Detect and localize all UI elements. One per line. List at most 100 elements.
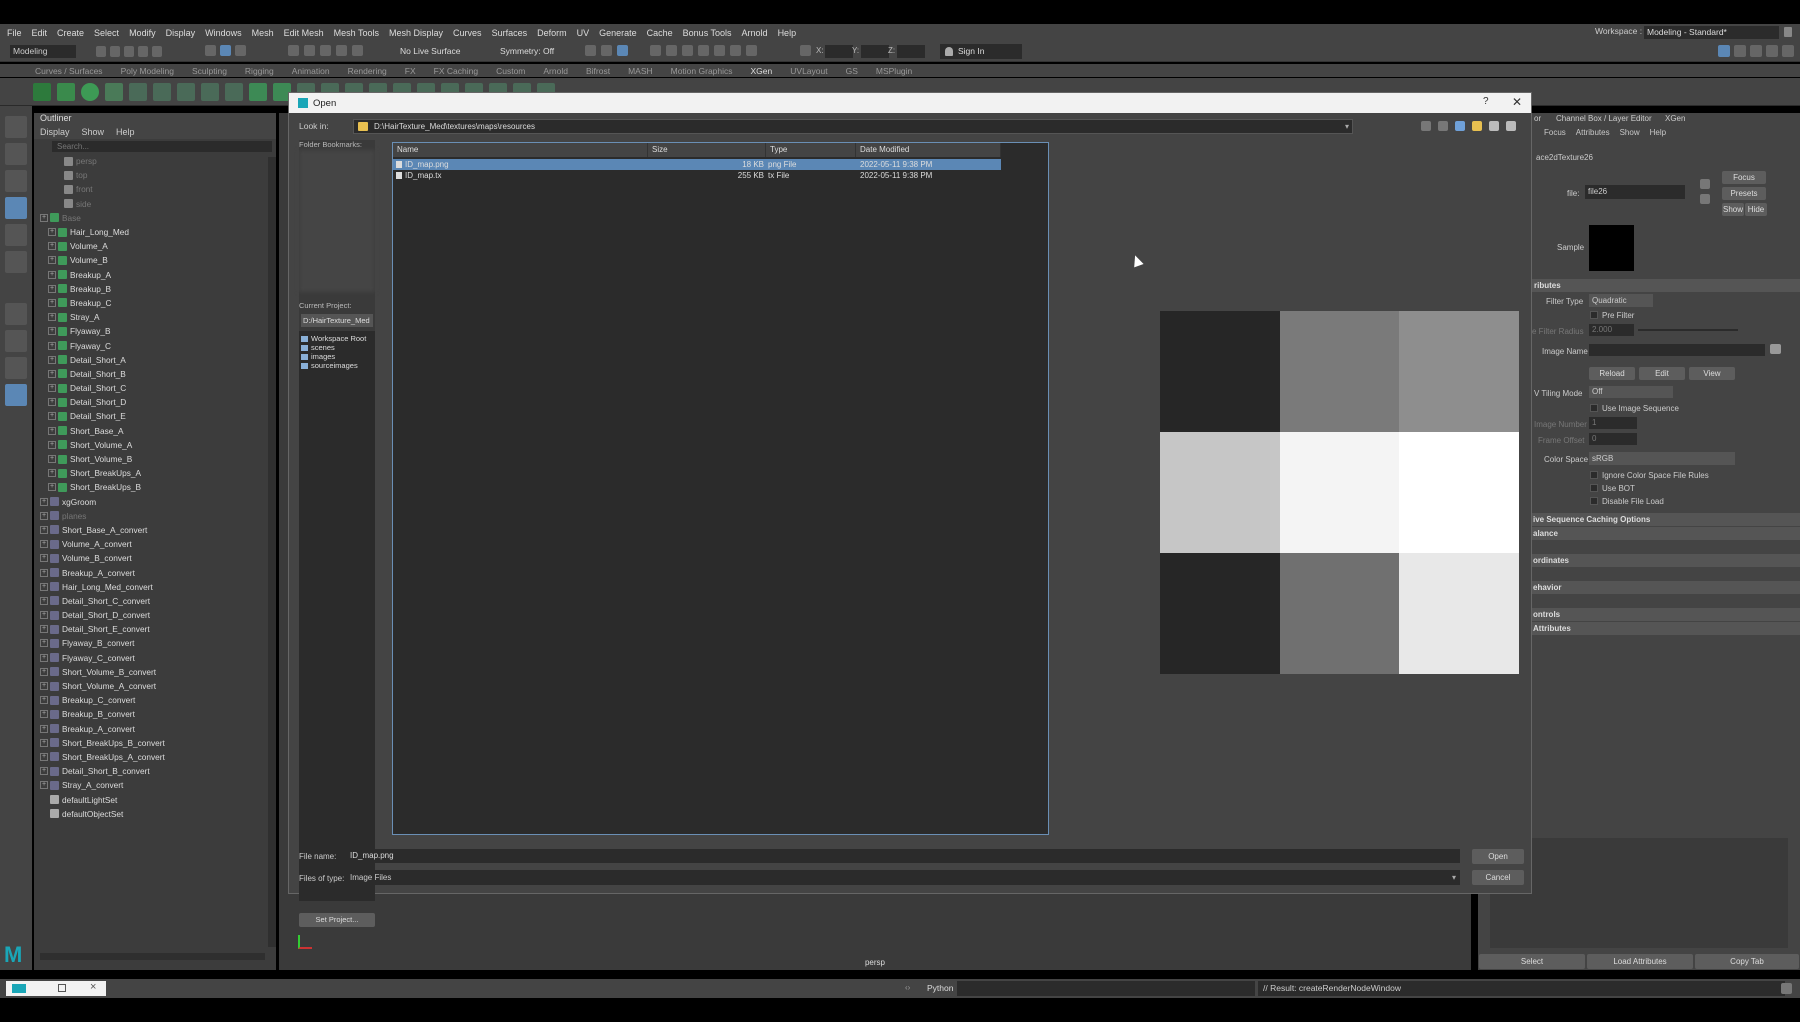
- settings-gear-icon[interactable]: [1782, 45, 1794, 57]
- outliner-item[interactable]: + Breakup_C: [40, 296, 276, 310]
- output-ops-icon[interactable]: [601, 45, 612, 56]
- live-surface[interactable]: No Live Surface: [400, 46, 460, 56]
- folder-icon[interactable]: [1770, 344, 1781, 354]
- outliner-item[interactable]: + Flyaway_C: [40, 338, 276, 352]
- expand-icon[interactable]: +: [40, 511, 48, 520]
- menu-item[interactable]: File: [2, 28, 27, 38]
- shelf-tab[interactable]: FX: [396, 66, 425, 76]
- modeling-toolkit-icon[interactable]: [1718, 45, 1730, 57]
- ae-menu-item[interactable]: Focus: [1544, 128, 1566, 137]
- expand-icon[interactable]: +: [48, 313, 56, 322]
- two-pane-icon[interactable]: [5, 357, 27, 379]
- look-in-combo[interactable]: D:\HairTexture_Med\textures\maps\resourc…: [353, 119, 1353, 134]
- menu-item[interactable]: Edit: [27, 28, 53, 38]
- expand-icon[interactable]: +: [48, 284, 56, 293]
- presets-button[interactable]: Presets: [1722, 187, 1766, 200]
- expand-icon[interactable]: +: [40, 696, 48, 705]
- expand-icon[interactable]: +: [48, 355, 56, 364]
- menu-item[interactable]: Bonus Tools: [678, 28, 737, 38]
- channel-box-icon[interactable]: [1766, 45, 1778, 57]
- menu-item[interactable]: Cache: [642, 28, 678, 38]
- outliner-item[interactable]: defaultObjectSet: [40, 807, 276, 821]
- outliner-item[interactable]: + Volume_B: [40, 253, 276, 267]
- expand-icon[interactable]: +: [40, 710, 48, 719]
- xgen-cut-icon[interactable]: [153, 82, 171, 101]
- script-editor-icon[interactable]: [1781, 983, 1792, 994]
- expand-icon[interactable]: +: [40, 738, 48, 747]
- symmetry-select[interactable]: Symmetry: Off: [500, 46, 554, 56]
- file-list[interactable]: Name Size Type Date Modified ID_map.png 1…: [392, 142, 1049, 835]
- outliner-item[interactable]: + Stray_A_convert: [40, 778, 276, 792]
- x-field[interactable]: [825, 45, 853, 58]
- tab-channel-box[interactable]: Channel Box / Layer Editor: [1556, 114, 1652, 123]
- shelf-tab[interactable]: Custom: [487, 66, 534, 76]
- select-object-icon[interactable]: [220, 45, 231, 56]
- copy-tab-button[interactable]: Copy Tab: [1695, 954, 1799, 969]
- select-component-icon[interactable]: [235, 45, 246, 56]
- shelf-tab[interactable]: Motion Graphics: [662, 66, 742, 76]
- outliner-item[interactable]: + Breakup_A: [40, 268, 276, 282]
- filter-type-select[interactable]: Quadratic: [1589, 294, 1653, 307]
- outliner-item[interactable]: + Short_BreakUps_A: [40, 466, 276, 480]
- expand-icon[interactable]: +: [40, 554, 48, 563]
- focus-button[interactable]: Focus: [1722, 171, 1766, 184]
- current-project-select[interactable]: D:/HairTexture_Med: [301, 314, 373, 327]
- shelf-tab[interactable]: UVLayout: [781, 66, 836, 76]
- xgen-eye-icon[interactable]: [57, 82, 75, 101]
- expand-icon[interactable]: +: [40, 582, 48, 591]
- outliner-layout-icon[interactable]: [5, 384, 27, 406]
- menu-item[interactable]: Arnold: [737, 28, 773, 38]
- outliner-item[interactable]: + Short_Volume_A: [40, 438, 276, 452]
- menu-item[interactable]: Curves: [448, 28, 487, 38]
- outliner-item[interactable]: + Flyaway_B: [40, 324, 276, 338]
- outliner-item[interactable]: + xgGroom: [40, 495, 276, 509]
- expand-icon[interactable]: +: [40, 525, 48, 534]
- project-folder[interactable]: scenes: [301, 343, 375, 352]
- pre-filter-radius-field[interactable]: 2.000: [1589, 324, 1634, 336]
- single-pane-icon[interactable]: [5, 303, 27, 325]
- xgen-grass-icon[interactable]: [249, 82, 267, 101]
- set-project-button[interactable]: Set Project...: [299, 913, 375, 927]
- snap-grid-icon[interactable]: [288, 45, 299, 56]
- detail-view-icon[interactable]: [1506, 121, 1516, 131]
- rotate-tool-icon[interactable]: [5, 224, 27, 246]
- paint-select-icon[interactable]: [5, 170, 27, 192]
- taskbar-window-tab[interactable]: ×: [6, 981, 106, 996]
- column-type[interactable]: Type: [766, 143, 856, 157]
- outliner-item[interactable]: + Breakup_C_convert: [40, 693, 276, 707]
- move-tool-icon[interactable]: [5, 197, 27, 219]
- new-scene-icon[interactable]: [96, 46, 106, 57]
- outliner-item[interactable]: + Detail_Short_E: [40, 409, 276, 423]
- expand-icon[interactable]: +: [40, 596, 48, 605]
- reload-button[interactable]: Reload: [1589, 367, 1635, 380]
- expand-icon[interactable]: +: [48, 327, 56, 336]
- xgen-groom-icon[interactable]: [129, 82, 147, 101]
- ignore-rules-checkbox[interactable]: [1590, 471, 1598, 479]
- project-folder[interactable]: images: [301, 352, 375, 361]
- menu-item[interactable]: Modify: [124, 28, 161, 38]
- output-connection-icon[interactable]: [1700, 194, 1710, 204]
- file-row[interactable]: ID_map.png 18 KB png File 2022-05-11 9:38 P…: [393, 159, 1001, 170]
- menu-item[interactable]: Mesh: [247, 28, 279, 38]
- outliner-item[interactable]: defaultLightSet: [40, 792, 276, 806]
- select-button[interactable]: Select: [1479, 954, 1585, 969]
- input-ops-icon[interactable]: [585, 45, 596, 56]
- pre-filter-checkbox[interactable]: [1590, 311, 1598, 319]
- expand-icon[interactable]: +: [48, 242, 56, 251]
- use-image-sequence-checkbox[interactable]: [1590, 404, 1598, 412]
- expand-icon[interactable]: +: [48, 398, 56, 407]
- xgen-comb-icon[interactable]: [201, 82, 219, 101]
- outliner-item[interactable]: + Flyaway_C_convert: [40, 651, 276, 665]
- xgen-length-icon[interactable]: [177, 82, 195, 101]
- xgen-noise-icon[interactable]: [225, 82, 243, 101]
- select-tool-icon[interactable]: [5, 116, 27, 138]
- outliner-item[interactable]: + planes: [40, 509, 276, 523]
- shelf-tab[interactable]: Sculpting: [183, 66, 236, 76]
- expand-icon[interactable]: +: [40, 625, 48, 634]
- files-of-type-select[interactable]: Image Files ▾: [346, 870, 1460, 885]
- open-scene-icon[interactable]: [110, 46, 120, 57]
- expand-icon[interactable]: +: [40, 611, 48, 620]
- ae-menu-item[interactable]: Show: [1620, 128, 1640, 137]
- workspace-select[interactable]: Modeling - Standard*: [1644, 26, 1779, 39]
- pre-filter-radius-slider[interactable]: [1638, 329, 1738, 331]
